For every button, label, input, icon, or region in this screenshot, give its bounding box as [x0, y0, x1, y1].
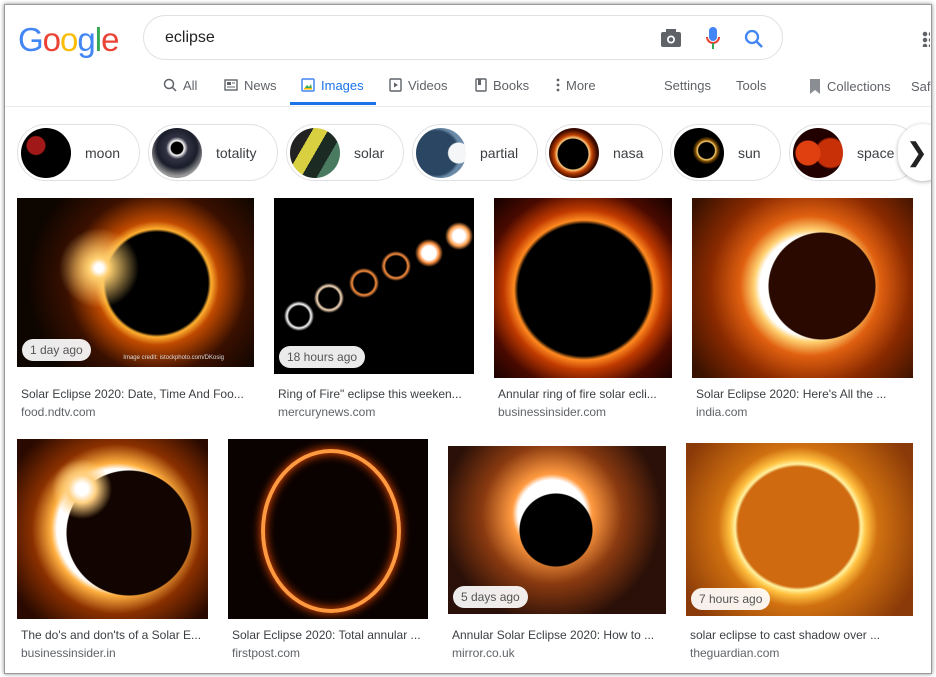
- news-icon: [224, 79, 238, 91]
- chip-thumbnail: [793, 127, 843, 178]
- camera-icon[interactable]: [660, 29, 682, 47]
- tools-link[interactable]: Tools: [736, 75, 766, 95]
- result-title[interactable]: Solar Eclipse 2020: Date, Time And Foo..…: [21, 387, 244, 401]
- chip-thumbnail: [290, 127, 340, 178]
- header-divider: [5, 106, 931, 107]
- tab-label: Books: [493, 77, 530, 93]
- chip-label: sun: [738, 144, 761, 161]
- result-thumbnail: 7 hours ago: [686, 443, 913, 616]
- result-source[interactable]: businessinsider.com: [498, 405, 606, 419]
- chevron-right-icon: ❯: [906, 137, 928, 167]
- chip-thumbnail: [21, 127, 71, 178]
- chip-label: totality: [216, 144, 257, 161]
- tab-books[interactable]: Books: [475, 75, 529, 95]
- active-tab-indicator: [290, 102, 376, 105]
- result-thumbnail: [494, 198, 672, 378]
- tab-all[interactable]: All: [163, 75, 197, 95]
- result-title[interactable]: Solar Eclipse 2020: Here's All the ...: [696, 387, 886, 401]
- result-title[interactable]: Annular ring of fire solar ecli...: [498, 387, 657, 401]
- time-badge: 1 day ago: [22, 339, 91, 361]
- result-thumbnail: [17, 439, 208, 619]
- collections-label: Collections: [827, 78, 891, 94]
- chip-thumbnail: [549, 127, 599, 178]
- result-source[interactable]: mercurynews.com: [278, 405, 375, 419]
- result-thumbnail: [692, 198, 913, 378]
- time-badge: 18 hours ago: [279, 346, 366, 368]
- book-icon: [475, 78, 487, 92]
- result-title[interactable]: solar eclipse to cast shadow over ...: [690, 628, 880, 642]
- browser-window: Google eclipse All News Images Videos Bo…: [4, 4, 932, 674]
- search-tabs: All News Images Videos Books More Settin…: [5, 75, 931, 107]
- chip-label: nasa: [613, 144, 644, 161]
- tab-label: News: [244, 77, 277, 93]
- time-badge: 5 days ago: [453, 586, 528, 608]
- tab-label: Images: [321, 77, 364, 93]
- chip-label: space: [857, 144, 895, 161]
- play-icon: [389, 78, 402, 92]
- result-source[interactable]: mirror.co.uk: [452, 646, 515, 660]
- chip-label: partial: [480, 144, 519, 161]
- search-icon[interactable]: [744, 29, 764, 49]
- image-credit: Image credit: istockphoto.com/DKosig: [123, 355, 224, 361]
- result-thumbnail: 5 days ago: [448, 446, 666, 614]
- chip-partial[interactable]: partial: [412, 124, 538, 181]
- bookmark-icon: [810, 78, 820, 94]
- tab-label: All: [183, 77, 198, 93]
- more-vert-icon: [556, 78, 560, 92]
- result-title[interactable]: Annular Solar Eclipse 2020: How to ...: [452, 628, 654, 642]
- chip-thumbnail: [416, 127, 466, 178]
- chip-totality[interactable]: totality: [148, 124, 278, 181]
- result-source[interactable]: india.com: [696, 405, 747, 419]
- chip-label: solar: [354, 144, 385, 161]
- tab-news[interactable]: News: [224, 75, 277, 95]
- tab-label: More: [566, 77, 596, 93]
- eclipse-ring: [261, 449, 401, 613]
- result-source[interactable]: firstpost.com: [232, 646, 300, 660]
- image-icon: [301, 78, 315, 92]
- result-thumbnail: 18 hours ago: [274, 198, 474, 374]
- result-title[interactable]: Ring of Fire" eclipse this weeken...: [278, 387, 462, 401]
- tab-more[interactable]: More: [556, 75, 596, 95]
- apps-icon[interactable]: [922, 31, 930, 47]
- safesearch-link[interactable]: Saf: [911, 76, 931, 96]
- result-source[interactable]: theguardian.com: [690, 646, 779, 660]
- chip-solar[interactable]: solar: [286, 124, 404, 181]
- microphone-icon[interactable]: [706, 27, 720, 51]
- search-input[interactable]: eclipse: [165, 29, 215, 47]
- result-title[interactable]: The do's and don'ts of a Solar E...: [21, 628, 201, 642]
- chip-nasa[interactable]: nasa: [545, 124, 663, 181]
- chip-moon[interactable]: moon: [17, 124, 140, 181]
- result-thumbnail: Image credit: istockphoto.com/DKosig 1 d…: [17, 198, 254, 367]
- tab-videos[interactable]: Videos: [389, 75, 448, 95]
- chip-label: moon: [85, 144, 121, 161]
- chip-thumbnail: [152, 127, 202, 178]
- result-source[interactable]: businessinsider.in: [21, 646, 116, 660]
- tab-images[interactable]: Images: [301, 75, 364, 95]
- result-thumbnail: [228, 439, 428, 619]
- time-badge: 7 hours ago: [691, 588, 771, 610]
- google-logo[interactable]: Google: [18, 21, 119, 59]
- tab-label: Videos: [408, 77, 448, 93]
- search-icon: [163, 78, 177, 92]
- settings-link[interactable]: Settings: [664, 75, 711, 95]
- result-source[interactable]: food.ndtv.com: [21, 405, 95, 419]
- chip-sun[interactable]: sun: [670, 124, 781, 181]
- collections-link[interactable]: Collections: [809, 76, 891, 96]
- search-box[interactable]: eclipse: [143, 15, 783, 60]
- chip-thumbnail: [674, 127, 724, 178]
- result-title[interactable]: Solar Eclipse 2020: Total annular ...: [232, 628, 421, 642]
